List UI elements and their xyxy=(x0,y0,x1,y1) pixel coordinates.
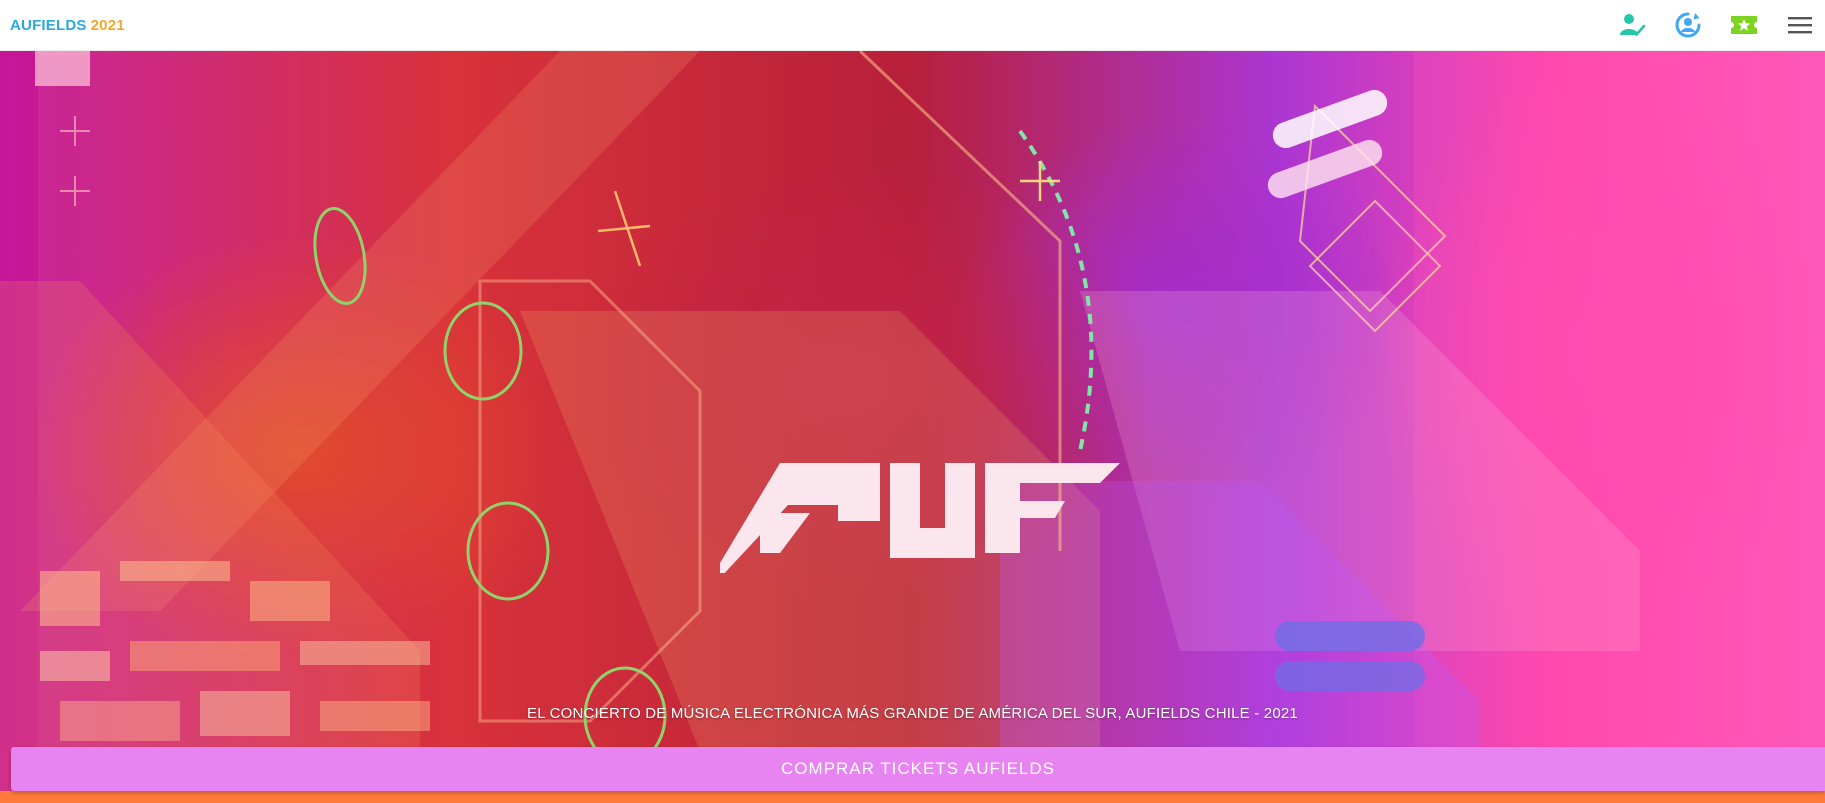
top-navbar: AUFIELDS 2021 xyxy=(0,0,1825,51)
hamburger-menu-icon[interactable] xyxy=(1785,10,1815,40)
buy-tickets-button[interactable]: COMPRAR TICKETS AUFIELDS xyxy=(11,747,1825,791)
user-check-icon[interactable] xyxy=(1617,10,1647,40)
refresh-user-icon[interactable] xyxy=(1673,10,1703,40)
navbar-icons xyxy=(1617,10,1815,40)
brand-year: 2021 xyxy=(90,16,125,34)
brand-logo[interactable]: AUFIELDS 2021 xyxy=(10,17,125,34)
ticket-star-icon[interactable] xyxy=(1729,10,1759,40)
auf-logo xyxy=(720,413,1120,578)
hero-tagline: EL CONCIERTO DE MÚSICA ELECTRÓNICA MÁS G… xyxy=(527,705,1298,722)
hero-banner: EL CONCIERTO DE MÚSICA ELECTRÓNICA MÁS G… xyxy=(0,51,1825,803)
brand-name: AUFIELDS xyxy=(10,16,87,34)
